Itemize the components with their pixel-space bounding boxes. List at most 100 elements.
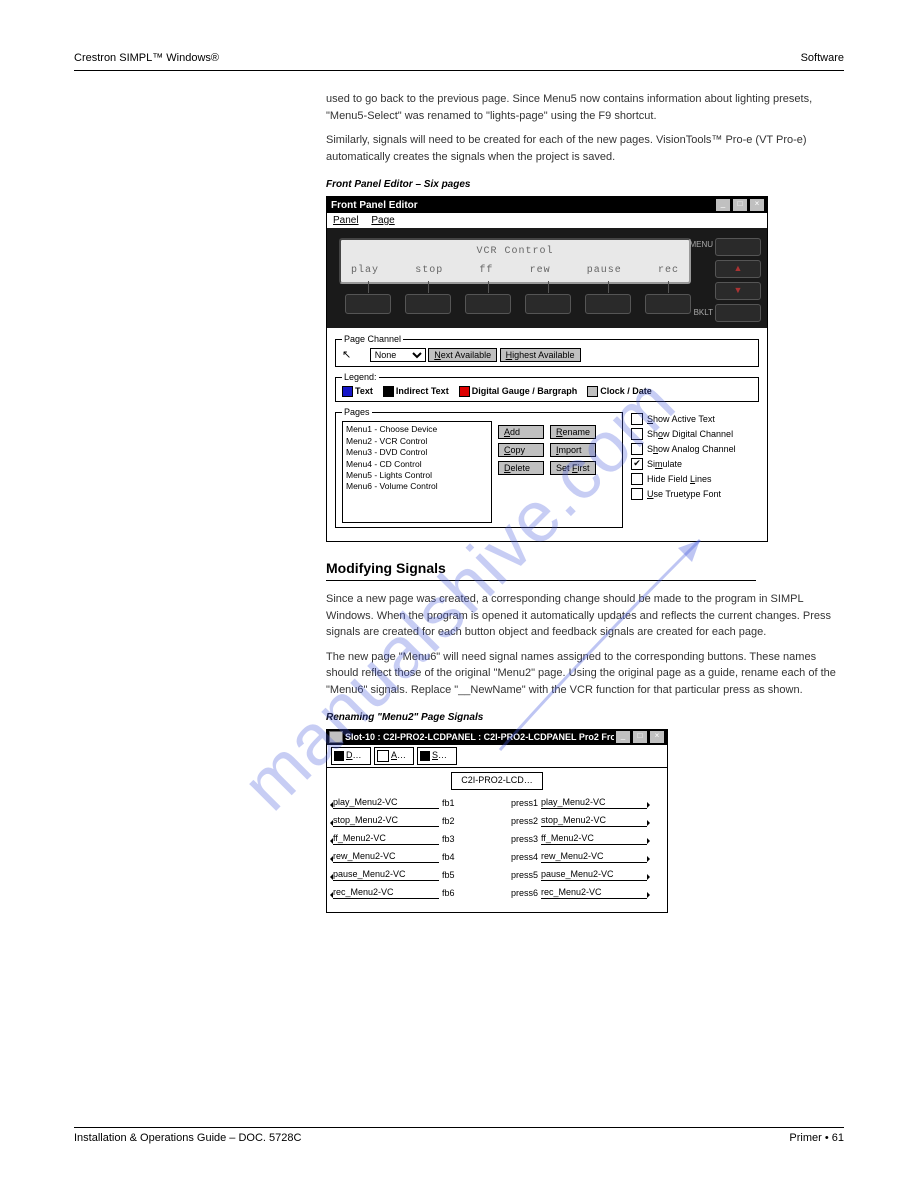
soft-button-3[interactable] [465, 294, 511, 314]
left-signal[interactable]: ff_Menu2-VC [333, 833, 439, 845]
hide-field-lines-check[interactable]: Hide Field Lines [631, 473, 759, 485]
import-button[interactable]: Import [550, 443, 596, 457]
window-menubar: Panel Page [327, 213, 767, 228]
bklt-label: BKLT [694, 308, 713, 317]
close-icon[interactable]: × [649, 730, 665, 744]
maximize-icon[interactable]: □ [632, 730, 648, 744]
list-item[interactable]: Menu2 - VCR Control [346, 436, 488, 447]
lcd-display: VCR Control play stop ff rew pause rec [339, 238, 691, 284]
section-body: Since a new page was created, a correspo… [326, 591, 844, 698]
press-pin: press3 [508, 834, 538, 844]
use-truetype-font-check[interactable]: Use Truetype Font [631, 488, 759, 500]
legend-legend: Legend: [342, 372, 379, 382]
left-signal[interactable]: pause_Menu2-VC [333, 869, 439, 881]
rename-button[interactable]: Rename [550, 425, 596, 439]
next-available-button[interactable]: Next Available [428, 348, 497, 362]
window-title: Front Panel Editor [329, 200, 714, 211]
fb-pin: fb5 [442, 870, 472, 880]
left-signal[interactable]: stop_Menu2-VC [333, 815, 439, 827]
bklt-button[interactable] [715, 304, 761, 322]
fb-pin: fb1 [442, 798, 472, 808]
window-titlebar: Front Panel Editor _ □ × [327, 197, 767, 213]
list-item[interactable]: Menu1 - Choose Device [346, 424, 488, 435]
right-signal[interactable]: play_Menu2-VC [541, 797, 647, 809]
header-left: Crestron SIMPL™ Windows® [74, 52, 219, 64]
section-rule [326, 580, 756, 581]
menu-panel[interactable]: Panel [333, 215, 359, 226]
section-title: Modifying Signals [326, 560, 844, 576]
left-signal[interactable]: rec_Menu2-VC [333, 887, 439, 899]
page-channel-select[interactable]: None [370, 348, 426, 362]
toolbar-d-button[interactable]: D… [331, 747, 371, 765]
header-rule [74, 70, 844, 71]
figure2-caption: Renaming "Menu2" Page Signals [326, 712, 844, 723]
lcd-label-play: play [351, 265, 379, 276]
window-icon [329, 731, 343, 743]
lcd-label-ff: ff [479, 265, 493, 276]
front-panel-editor-window: Front Panel Editor _ □ × Panel Page VCR … [326, 196, 768, 542]
simulate-check[interactable]: ✔Simulate [631, 458, 759, 470]
lcd-label-stop: stop [415, 265, 443, 276]
highest-available-button[interactable]: Highest Available [500, 348, 581, 362]
legend-digital: Digital Gauge / Bargraph [472, 386, 578, 396]
soft-button-4[interactable] [525, 294, 571, 314]
detail-view-window: Slot-10 : C2I-PRO2-LCDPANEL : C2I-PRO2-L… [326, 729, 668, 913]
set-first-button[interactable]: Set First [550, 461, 596, 475]
legend-text: Text [355, 386, 373, 396]
list-item[interactable]: Menu6 - Volume Control [346, 481, 488, 492]
fb-pin: fb3 [442, 834, 472, 844]
minimize-icon[interactable]: _ [615, 730, 631, 744]
press-pin: press1 [508, 798, 538, 808]
toolbar-s-button[interactable]: S… [417, 747, 457, 765]
signal-row: rew_Menu2-VCfb4press4rew_Menu2-VC [333, 848, 661, 866]
pages-group: Pages Menu1 - Choose Device Menu2 - VCR … [335, 407, 623, 528]
list-item[interactable]: Menu3 - DVD Control [346, 447, 488, 458]
right-signal[interactable]: rew_Menu2-VC [541, 851, 647, 863]
soft-button-1[interactable] [345, 294, 391, 314]
press-pin: press4 [508, 852, 538, 862]
soft-button-5[interactable] [585, 294, 631, 314]
left-signal[interactable]: play_Menu2-VC [333, 797, 439, 809]
soft-button-2[interactable] [405, 294, 451, 314]
show-digital-channel-check[interactable]: Show Digital Channel [631, 428, 759, 440]
fb-pin: fb2 [442, 816, 472, 826]
soft-button-6[interactable] [645, 294, 691, 314]
list-item[interactable]: Menu5 - Lights Control [346, 470, 488, 481]
signal-row: ff_Menu2-VCfb3press3ff_Menu2-VC [333, 830, 661, 848]
copy-button[interactable]: Copy [498, 443, 544, 457]
footer-left: Installation & Operations Guide – DOC. 5… [74, 1132, 301, 1144]
right-signal[interactable]: rec_Menu2-VC [541, 887, 647, 899]
detail-title: Slot-10 : C2I-PRO2-LCDPANEL : C2I-PRO2-L… [345, 732, 614, 742]
detail-toolbar: D… A… S… [327, 744, 667, 768]
detail-titlebar: Slot-10 : C2I-PRO2-LCDPANEL : C2I-PRO2-L… [327, 730, 667, 744]
right-signal[interactable]: ff_Menu2-VC [541, 833, 647, 845]
pages-listbox[interactable]: Menu1 - Choose Device Menu2 - VCR Contro… [342, 421, 492, 523]
add-button[interactable]: Add [498, 425, 544, 439]
page-channel-group: Page Channel ↖ None Next Available Highe… [335, 334, 759, 367]
header-right: Software [801, 52, 844, 64]
show-active-text-check[interactable]: Show Active Text [631, 413, 759, 425]
down-button[interactable]: ▼ [715, 282, 761, 300]
maximize-icon[interactable]: □ [732, 198, 748, 212]
page-footer: Installation & Operations Guide – DOC. 5… [74, 1127, 844, 1144]
menu-button[interactable] [715, 238, 761, 256]
signal-row: stop_Menu2-VCfb2press2stop_Menu2-VC [333, 812, 661, 830]
close-icon[interactable]: × [749, 198, 765, 212]
signal-row: rec_Menu2-VCfb6press6rec_Menu2-VC [333, 884, 661, 902]
list-item[interactable]: Menu4 - CD Control [346, 459, 488, 470]
page-header: Crestron SIMPL™ Windows® Software [74, 52, 844, 64]
signal-row: pause_Menu2-VCfb5press5pause_Menu2-VC [333, 866, 661, 884]
lcd-title: VCR Control [341, 246, 689, 257]
menu-page[interactable]: Page [371, 215, 394, 226]
left-signal[interactable]: rew_Menu2-VC [333, 851, 439, 863]
show-analog-channel-check[interactable]: Show Analog Channel [631, 443, 759, 455]
lcd-label-rew: rew [530, 265, 551, 276]
lcd-label-pause: pause [587, 265, 622, 276]
minimize-icon[interactable]: _ [715, 198, 731, 212]
right-signal[interactable]: pause_Menu2-VC [541, 869, 647, 881]
legend-group: Legend: Text Indirect Text Digital Gauge… [335, 372, 759, 402]
delete-button[interactable]: Delete [498, 461, 544, 475]
right-signal[interactable]: stop_Menu2-VC [541, 815, 647, 827]
up-button[interactable]: ▲ [715, 260, 761, 278]
toolbar-a-button[interactable]: A… [374, 747, 414, 765]
